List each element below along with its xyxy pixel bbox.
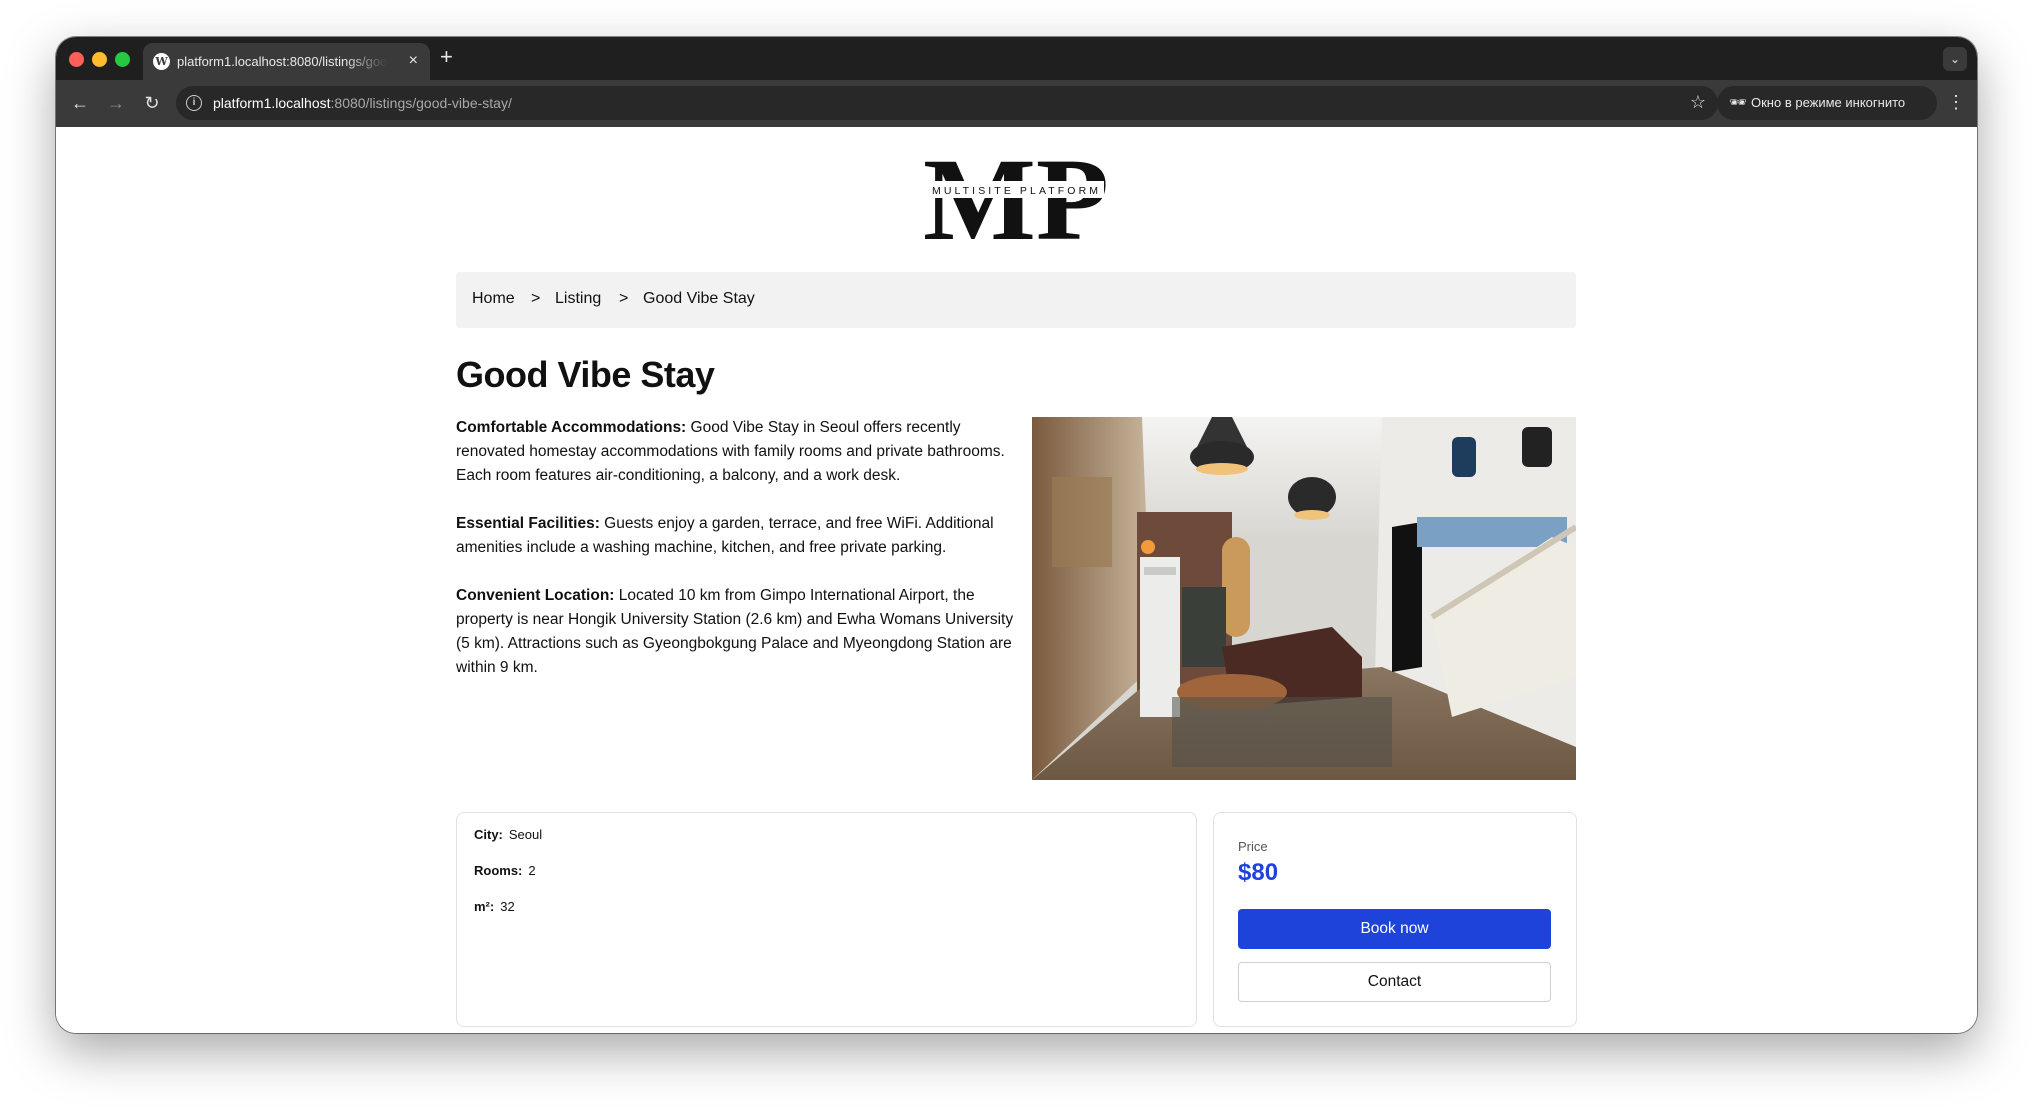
detail-rooms: Rooms: 2 (474, 863, 536, 878)
close-window-button[interactable] (69, 52, 84, 67)
detail-label: City: (474, 827, 503, 842)
breadcrumb: Home > Listing > Good Vibe Stay (456, 272, 1576, 328)
tab-bar: W platform1.localhost:8080/listings/good… (56, 37, 1977, 80)
listing-details-card: City: Seoul Rooms: 2 m²: 32 (456, 812, 1197, 1027)
site-logo[interactable]: MP MULTISITE PLATFORM (922, 141, 1110, 239)
tab-search-icon[interactable]: ⌄ (1943, 47, 1967, 71)
price-label: Price (1238, 839, 1268, 854)
price-value: $80 (1238, 859, 1279, 886)
incognito-indicator[interactable]: 🕶 Окно в режиме инкогнито (1717, 86, 1937, 120)
listing-photo (1032, 417, 1576, 780)
listing-description: Comfortable Accommodations: Good Vibe St… (456, 416, 1016, 704)
address-bar[interactable]: i platform1.localhost:8080/listings/good… (176, 86, 1718, 120)
description-paragraph: Comfortable Accommodations: Good Vibe St… (456, 416, 1016, 488)
incognito-icon: 🕶 (1729, 94, 1747, 110)
breadcrumb-current: Good Vibe Stay (643, 290, 755, 307)
breadcrumb-listing-link[interactable]: Listing (555, 290, 601, 308)
detail-value: Seoul (508, 827, 543, 842)
tab-title: platform1.localhost:8080/listings/good-v… (177, 54, 387, 69)
url-path: :8080/listings/good-vibe-stay/ (330, 95, 512, 111)
detail-value: 32 (500, 899, 515, 914)
breadcrumb-home-link[interactable]: Home (472, 290, 515, 308)
active-tab[interactable]: W platform1.localhost:8080/listings/good… (143, 43, 430, 80)
booking-card: Price $80 Book now Contact (1213, 812, 1577, 1027)
detail-city: City: Seoul (474, 827, 542, 842)
tab-close-icon[interactable]: × (409, 51, 418, 71)
detail-area: m²: 32 (474, 899, 515, 914)
browser-window: W platform1.localhost:8080/listings/good… (56, 37, 1977, 1033)
new-tab-icon[interactable]: + (440, 46, 453, 68)
minimize-window-button[interactable] (92, 52, 107, 67)
wordpress-icon: W (153, 53, 170, 70)
url-text[interactable]: platform1.localhost:8080/listings/good-v… (213, 95, 512, 111)
logo-tagline: MULTISITE PLATFORM (932, 185, 1100, 197)
breadcrumb-separator: > (531, 290, 541, 307)
browser-toolbar: ← → ↻ i platform1.localhost:8080/listing… (56, 80, 1977, 127)
page-title: Good Vibe Stay (456, 354, 715, 395)
site-info-icon[interactable]: i (186, 95, 202, 111)
contact-button[interactable]: Contact (1238, 962, 1551, 1002)
paragraph-heading: Comfortable Accommodations: (456, 419, 687, 436)
detail-label: Rooms: (474, 863, 523, 878)
paragraph-heading: Convenient Location: (456, 587, 615, 604)
bookmark-star-icon[interactable]: ☆ (1690, 92, 1706, 113)
incognito-label: Окно в режиме инкогнито (1751, 95, 1906, 110)
back-icon[interactable]: ← (68, 91, 92, 115)
forward-icon[interactable]: → (104, 91, 128, 115)
book-now-button[interactable]: Book now (1238, 909, 1551, 949)
browser-menu-icon[interactable]: ⋮ (1947, 90, 1965, 114)
paragraph-heading: Essential Facilities: (456, 515, 600, 532)
description-paragraph: Essential Facilities: Guests enjoy a gar… (456, 512, 1016, 560)
url-host: platform1.localhost (213, 95, 331, 111)
detail-value: 2 (528, 863, 536, 878)
maximize-window-button[interactable] (115, 52, 130, 67)
description-paragraph: Convenient Location: Located 10 km from … (456, 584, 1016, 680)
breadcrumb-separator: > (619, 290, 629, 307)
page-content: MP MULTISITE PLATFORM Home > Listing > G… (56, 127, 1977, 1033)
reload-icon[interactable]: ↻ (140, 91, 164, 115)
detail-label: m²: (474, 899, 495, 914)
